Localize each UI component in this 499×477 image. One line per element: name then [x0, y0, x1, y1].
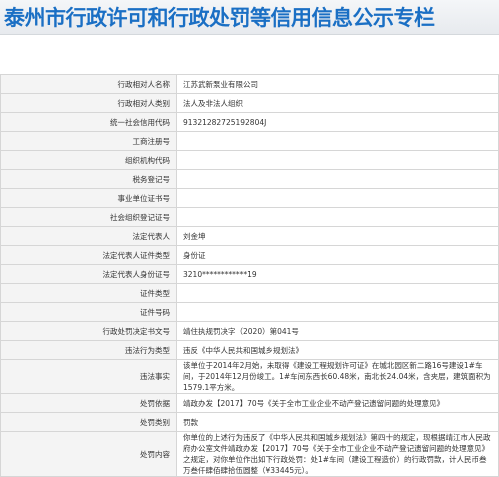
- field-label: 行政相对人类别: [0, 93, 177, 113]
- field-value: 刘金坤: [176, 226, 499, 246]
- field-value: 91321282725192804J: [176, 112, 499, 132]
- banner-title: 泰州市行政许可和行政处罚等信用信息公示专栏: [4, 6, 435, 30]
- info-row: 违法事实 该单位于2014年2月始，未取得《建设工程规划许可证》在城北园区新二路1…: [0, 359, 499, 394]
- info-row: 违法行为类型 违反《中华人民共和国城乡规划法》: [0, 340, 499, 360]
- page-spacer: [0, 35, 499, 74]
- info-row: 法定代表人 刘金坤: [0, 226, 499, 246]
- penalty-info-rows: 行政相对人名称 江苏武新泵业有限公司 行政相对人类别 法人及非法人组织 统一社会信用代码…: [0, 74, 499, 477]
- info-row: 证件类型: [0, 283, 499, 303]
- field-value: 法人及非法人组织: [176, 93, 499, 113]
- field-label: 税务登记号: [0, 169, 177, 189]
- info-row: 证件号码: [0, 302, 499, 322]
- field-label: 法定代表人: [0, 226, 177, 246]
- info-row: 行政相对人名称 江苏武新泵业有限公司: [0, 74, 499, 94]
- field-value: [176, 131, 499, 151]
- field-label: 工商注册号: [0, 131, 177, 151]
- info-row: 统一社会信用代码 91321282725192804J: [0, 112, 499, 132]
- info-row: 处罚类别 罚款: [0, 412, 499, 432]
- field-label: 法定代表人证件类型: [0, 245, 177, 265]
- field-label: 社会组织登记证号: [0, 207, 177, 227]
- info-row: 工商注册号: [0, 131, 499, 151]
- field-label: 处罚内容: [0, 431, 177, 477]
- field-value: [176, 302, 499, 322]
- field-label: 证件类型: [0, 283, 177, 303]
- field-label: 处罚依据: [0, 393, 177, 413]
- field-label: 事业单位证书号: [0, 188, 177, 208]
- field-value: [176, 207, 499, 227]
- field-value: [176, 150, 499, 170]
- field-value: [176, 169, 499, 189]
- field-label: 统一社会信用代码: [0, 112, 177, 132]
- field-value: [176, 188, 499, 208]
- info-row: 处罚依据 靖政办发【2017】70号《关于全市工业企业不动产登记遗留问题的处理意见…: [0, 393, 499, 413]
- info-row: 处罚内容 你单位的上述行为违反了《中华人民共和国城乡规划法》第四十的规定，现根据靖…: [0, 431, 499, 477]
- field-label: 处罚类别: [0, 412, 177, 432]
- field-label: 违法行为类型: [0, 340, 177, 360]
- info-row: 法定代表人身份证号 3210************19: [0, 264, 499, 284]
- field-label: 证件号码: [0, 302, 177, 322]
- field-value: 江苏武新泵业有限公司: [176, 74, 499, 94]
- field-value: 罚款: [176, 412, 499, 432]
- field-value: [176, 283, 499, 303]
- info-row: 组织机构代码: [0, 150, 499, 170]
- field-value: 靖住执规罚决字（2020）第041号: [176, 321, 499, 341]
- field-value: 该单位于2014年2月始，未取得《建设工程规划许可证》在城北园区新二路16号建设…: [176, 359, 499, 394]
- info-row: 行政相对人类别 法人及非法人组织: [0, 93, 499, 113]
- field-value: 3210************19: [176, 264, 499, 284]
- field-label: 法定代表人身份证号: [0, 264, 177, 284]
- info-row: 社会组织登记证号: [0, 207, 499, 227]
- site-banner: 泰州市行政许可和行政处罚等信用信息公示专栏: [0, 0, 499, 35]
- field-value: 你单位的上述行为违反了《中华人民共和国城乡规划法》第四十的规定，现根据靖江市人民…: [176, 431, 499, 477]
- field-value: 身份证: [176, 245, 499, 265]
- field-label: 违法事实: [0, 359, 177, 394]
- field-label: 行政相对人名称: [0, 74, 177, 94]
- info-row: 行政处罚决定书文号 靖住执规罚决字（2020）第041号: [0, 321, 499, 341]
- field-value: 违反《中华人民共和国城乡规划法》: [176, 340, 499, 360]
- field-value: 靖政办发【2017】70号《关于全市工业企业不动产登记遗留问题的处理意见》: [176, 393, 499, 413]
- info-row: 税务登记号: [0, 169, 499, 189]
- info-row: 法定代表人证件类型 身份证: [0, 245, 499, 265]
- field-label: 行政处罚决定书文号: [0, 321, 177, 341]
- field-label: 组织机构代码: [0, 150, 177, 170]
- penalty-info-table: 行政相对人名称 江苏武新泵业有限公司 行政相对人类别 法人及非法人组织 统一社会信用代码…: [0, 74, 499, 477]
- info-row: 事业单位证书号: [0, 188, 499, 208]
